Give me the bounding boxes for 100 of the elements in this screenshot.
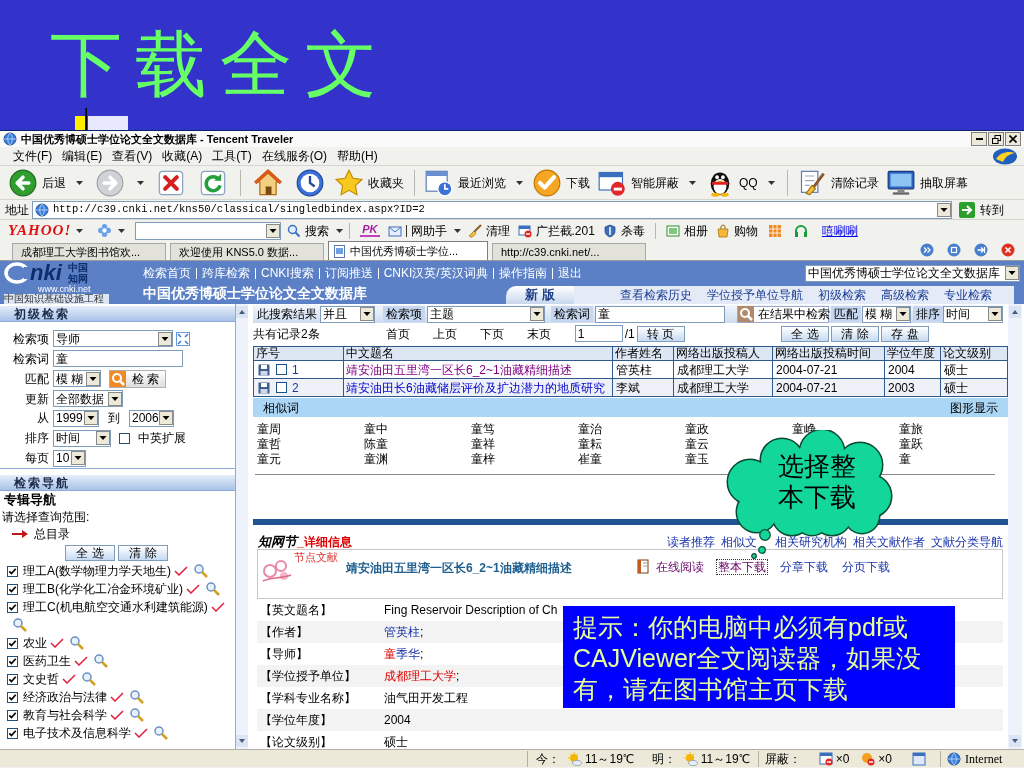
dropdown-caret-icon[interactable] — [76, 228, 84, 233]
sort-select[interactable]: 时间 — [53, 429, 111, 447]
similar-word-link[interactable]: 童周 — [257, 422, 281, 437]
yahoo-logo[interactable]: YAHOO! — [8, 223, 72, 238]
checkbox[interactable] — [7, 565, 18, 577]
search-button[interactable]: 检 索 — [109, 369, 166, 388]
menu-item[interactable]: 查看(V) — [107, 150, 158, 162]
qq-button[interactable]: QQ — [702, 167, 762, 198]
search-icon[interactable] — [94, 654, 108, 668]
action-button[interactable]: 全 选 — [781, 325, 829, 342]
block-button[interactable]: 智能屏蔽 — [594, 167, 683, 198]
search-field-select[interactable]: 导师 — [53, 330, 173, 348]
menu-item[interactable]: 编辑(E) — [57, 150, 108, 162]
tab[interactable]: 欢迎使用 KNS5.0 数据... — [170, 243, 324, 260]
arrow-to-bar-icon[interactable] — [974, 243, 988, 257]
category-link[interactable]: 理工A(数学物理力学天地生) — [23, 565, 171, 577]
term-field[interactable]: 童 — [595, 305, 725, 323]
action-button[interactable]: 清 除 — [118, 544, 168, 561]
match-select[interactable]: 模 糊 — [53, 370, 101, 388]
restore-button[interactable] — [988, 132, 1004, 146]
similar-word-link[interactable]: 童旅 — [899, 422, 923, 437]
graph-view-link[interactable]: 图形显示 — [950, 401, 998, 414]
similar-word-link[interactable]: 童梓 — [471, 452, 495, 467]
related-link[interactable]: 文献分类导航 — [931, 536, 1003, 548]
address-field[interactable]: http://c39.cnki.net/kns50/classical/singledbindex.aspx?ID=2 — [32, 200, 952, 219]
category-link[interactable]: 理工C(机电航空交通水利建筑能源) — [23, 601, 208, 613]
search-icon[interactable] — [82, 672, 96, 686]
checkbox[interactable] — [119, 432, 130, 444]
expand-arrows-icon[interactable] — [176, 331, 190, 346]
popup-block-button[interactable]: 广拦截.201 — [517, 223, 595, 238]
helper-button[interactable]: 网助手 — [387, 223, 447, 238]
similar-word-link[interactable]: 童元 — [257, 452, 281, 467]
similar-word-link[interactable]: 童 — [899, 452, 911, 467]
stop-icon[interactable] — [157, 168, 185, 197]
pager-link[interactable]: 下页 — [479, 327, 504, 340]
tab[interactable]: 成都理工大学图书馆欢... — [12, 243, 166, 260]
nav-link[interactable]: 操作指南 — [498, 267, 547, 279]
search-mode-link[interactable]: 专业检索 — [944, 289, 992, 301]
category-link[interactable]: 医药卫生 — [23, 655, 71, 667]
checkbox[interactable] — [7, 601, 18, 613]
related-link[interactable]: 相关文献作者 — [853, 536, 925, 548]
menu-item[interactable]: 收藏(A) — [157, 150, 208, 162]
go-page-button[interactable]: 转 页 — [636, 325, 685, 342]
nav-link[interactable]: CNKI汉英/英汉词典 — [383, 267, 488, 279]
square-icon[interactable] — [947, 243, 961, 257]
row-number-link[interactable]: 2 — [292, 381, 299, 394]
checkbox[interactable] — [7, 637, 18, 649]
value-link[interactable]: 成都理工大学; — [384, 670, 460, 682]
pager-link[interactable]: 末页 — [526, 327, 551, 340]
checkbox[interactable] — [7, 583, 18, 595]
value-link[interactable]: 管英柱; — [384, 626, 424, 638]
clock-icon[interactable] — [296, 168, 324, 197]
action-button[interactable]: 全 选 — [65, 544, 115, 561]
similar-word-link[interactable]: 童祥 — [471, 437, 495, 452]
search-in-results-button[interactable]: 在结果中检索 — [737, 305, 829, 323]
value-link[interactable]: 童季华; — [384, 648, 424, 660]
search-mode-link[interactable]: 查看检索历史 — [620, 289, 692, 301]
page-field[interactable]: 1 — [574, 325, 623, 342]
go-button[interactable]: 转到 — [959, 201, 1004, 218]
nav-link[interactable]: 退出 — [557, 267, 582, 279]
screen-capture-button[interactable]: 抽取屏幕 — [882, 167, 972, 198]
similar-word-link[interactable]: 童政 — [685, 422, 709, 437]
search-icon[interactable] — [130, 708, 144, 722]
row-number-link[interactable]: 1 — [292, 363, 299, 376]
similar-word-link[interactable]: 童治 — [578, 422, 602, 437]
dropdown-caret-icon[interactable] — [76, 180, 83, 185]
similar-word-link[interactable]: 童渊 — [364, 452, 388, 467]
search-icon[interactable] — [130, 690, 144, 704]
read-online-link[interactable]: 在线阅读 — [653, 559, 706, 575]
tab[interactable]: 中国优秀博硕士学位... — [328, 241, 488, 260]
download-button[interactable]: 下载 — [529, 167, 594, 198]
dropdown-caret-icon[interactable] — [453, 228, 461, 233]
window-block-icon[interactable] — [818, 751, 833, 766]
year-from-select[interactable]: 1999 — [53, 409, 99, 427]
category-link[interactable]: 教育与社会科学 — [23, 709, 107, 721]
action-button[interactable]: 清 除 — [831, 325, 879, 342]
title-link[interactable]: 靖安油田五里湾一区长6_2~1油藏精细描述 — [344, 361, 613, 379]
download-link[interactable]: 整本下载 — [715, 559, 768, 575]
recent-button[interactable]: 最近浏览 — [421, 167, 510, 198]
checkbox[interactable] — [7, 709, 18, 721]
checkbox[interactable] — [276, 364, 287, 375]
related-link[interactable]: 相似文 — [721, 536, 757, 548]
flower-icon[interactable] — [97, 223, 113, 238]
book-icon[interactable] — [635, 559, 652, 575]
per-page-select[interactable]: 10 — [53, 449, 86, 467]
database-select[interactable]: 中国优秀博硕士学位论文全文数据库 — [805, 264, 1020, 282]
back-button[interactable]: 后退 — [5, 167, 70, 198]
similar-word-link[interactable]: 陈童 — [364, 437, 388, 452]
menu-item[interactable]: 在线服务(O) — [256, 150, 332, 162]
search-mode-link[interactable]: 学位授予单位导航 — [707, 289, 803, 301]
download-link[interactable]: 分页下载 — [839, 559, 892, 575]
nav-link[interactable]: 跨库检索 — [202, 267, 250, 279]
download-link[interactable]: 分章下载 — [777, 559, 830, 575]
nav-link[interactable]: 订阅推送 — [324, 267, 373, 279]
dropdown-caret-icon[interactable] — [689, 180, 696, 185]
refresh-icon[interactable] — [199, 168, 227, 197]
checkbox[interactable] — [276, 382, 287, 393]
match-select[interactable]: 模 糊 — [862, 305, 911, 323]
tab[interactable]: http://c39.cnki.net/... — [492, 243, 646, 260]
similar-word-link[interactable]: 崔童 — [578, 452, 602, 467]
